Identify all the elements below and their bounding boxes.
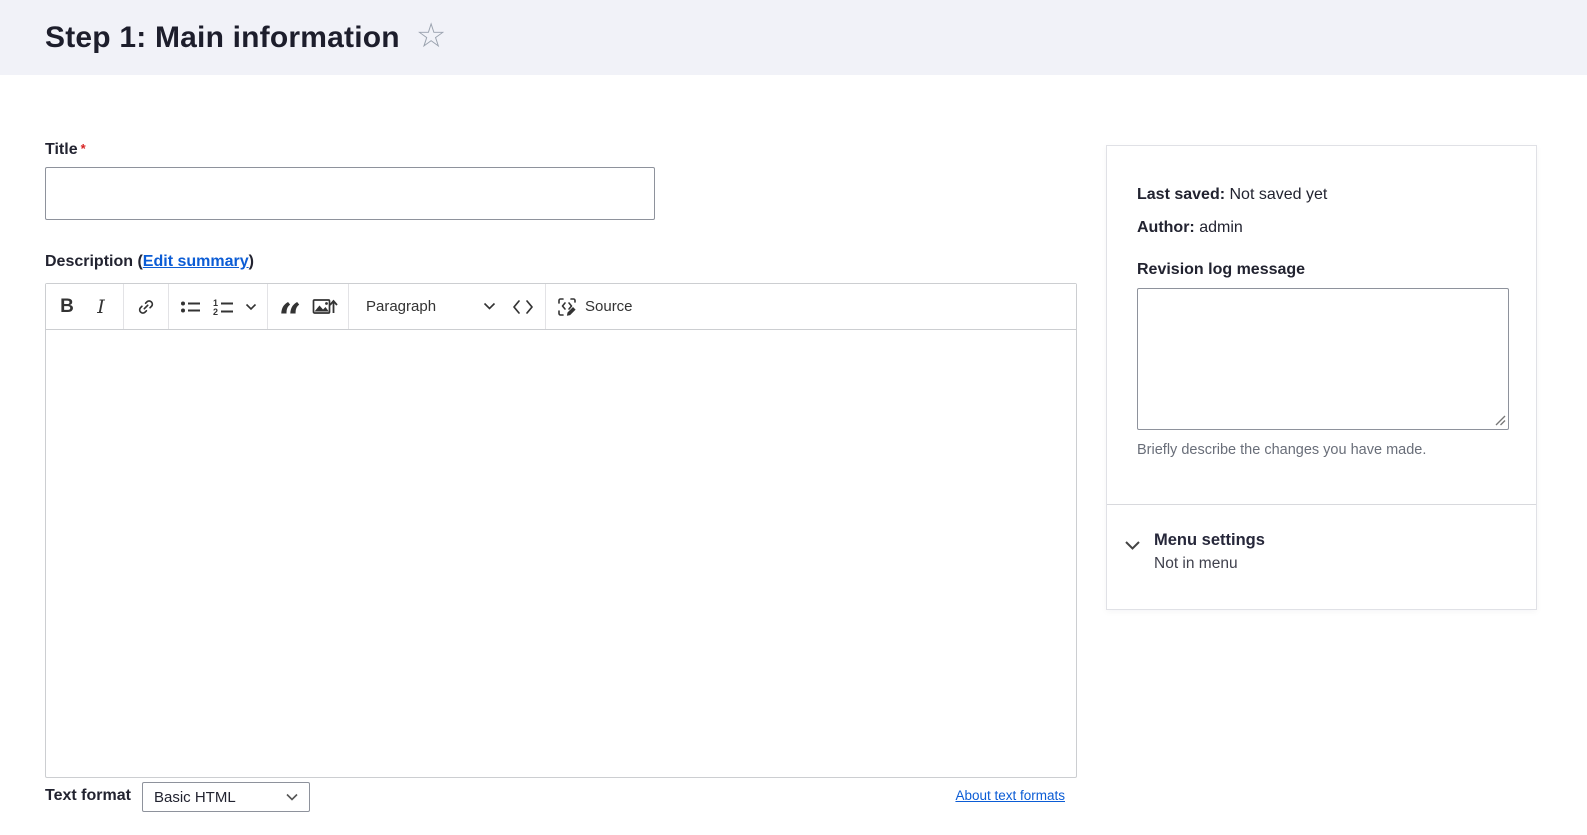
bulleted-list-icon (181, 301, 200, 312)
numbered-list-icon: 1 2 (213, 298, 233, 316)
title-label-text: Title (45, 141, 78, 158)
author-row: Author: admin (1137, 219, 1506, 237)
chevron-down-icon (286, 793, 298, 801)
revision-log-wrapper (1137, 288, 1509, 430)
paren-open: ( (133, 253, 143, 270)
numbered-list-button[interactable]: 1 2 (208, 288, 240, 326)
editor-content-area[interactable] (46, 330, 1076, 777)
required-asterisk: * (80, 141, 86, 156)
node-meta-panel: Last saved: Not saved yet Author: admin … (1107, 146, 1536, 505)
italic-icon: I (97, 295, 105, 318)
bold-button[interactable]: B (50, 288, 84, 326)
page: Step 1: Main information ☆ Title * Descri… (0, 0, 1587, 835)
edit-summary-link[interactable]: Edit summary (143, 253, 249, 270)
chevron-down-icon (1125, 541, 1140, 550)
bulleted-list-button[interactable] (174, 288, 208, 326)
about-text-formats-link[interactable]: About text formats (955, 788, 1065, 803)
author-value: admin (1199, 219, 1243, 236)
code-button[interactable] (506, 288, 540, 326)
toolbar-separator (267, 284, 268, 329)
image-upload-button[interactable] (307, 288, 343, 326)
description-field-label: Description (Edit summary) (45, 253, 254, 271)
blockquote-button[interactable]: “ (273, 288, 307, 338)
editor-toolbar: B I 1 2 “ Paragraph Source (46, 284, 1076, 338)
text-format-value: Basic HTML (154, 788, 236, 806)
menu-settings-text: Menu settings Not in menu (1154, 531, 1265, 573)
sidebar: Last saved: Not saved yet Author: admin … (1106, 145, 1537, 610)
rich-text-editor: B I 1 2 “ Paragraph Source (45, 283, 1077, 778)
title-field-label: Title * (45, 141, 86, 159)
image-upload-icon (312, 298, 338, 314)
description-label-text: Description (45, 253, 134, 270)
source-button-label: Source (585, 298, 633, 315)
resize-handle-icon[interactable] (1495, 415, 1506, 426)
page-title: Step 1: Main information (45, 20, 400, 54)
text-format-label: Text format (45, 787, 131, 804)
author-label: Author: (1137, 219, 1195, 236)
last-saved-label: Last saved: (1137, 186, 1226, 203)
revision-log-help: Briefly describe the changes you have ma… (1137, 442, 1427, 458)
title-input[interactable] (45, 167, 655, 220)
menu-settings-summary: Not in menu (1154, 555, 1238, 572)
last-saved-value: Not saved yet (1229, 186, 1328, 203)
revision-log-textarea[interactable] (1137, 288, 1509, 430)
paragraph-dropdown-label: Paragraph (366, 298, 437, 315)
paragraph-style-dropdown[interactable]: Paragraph (354, 288, 506, 326)
italic-button[interactable]: I (84, 288, 118, 326)
chevron-down-icon (483, 302, 496, 310)
page-header: Step 1: Main information ☆ (0, 0, 1587, 75)
toolbar-separator (348, 284, 349, 329)
toolbar-separator (168, 284, 169, 329)
link-icon (138, 299, 154, 314)
link-button[interactable] (129, 288, 163, 326)
code-icon (513, 299, 533, 314)
source-icon (558, 297, 576, 316)
list-options-dropdown-button[interactable] (240, 288, 262, 326)
chevron-down-icon (245, 303, 257, 310)
svg-text:2: 2 (213, 307, 218, 316)
last-saved-row: Last saved: Not saved yet (1137, 186, 1506, 204)
menu-settings-title: Menu settings (1154, 531, 1265, 549)
revision-log-label: Revision log message (1137, 261, 1306, 278)
toolbar-separator (545, 284, 546, 329)
favorite-star-icon[interactable]: ☆ (416, 19, 446, 53)
text-format-select[interactable]: Basic HTML (142, 782, 310, 812)
bold-icon: B (60, 295, 74, 317)
menu-settings-toggle[interactable]: Menu settings Not in menu (1107, 505, 1536, 573)
paren-close: ) (248, 253, 254, 270)
toolbar-separator (123, 284, 124, 329)
source-button[interactable]: Source (551, 288, 638, 326)
